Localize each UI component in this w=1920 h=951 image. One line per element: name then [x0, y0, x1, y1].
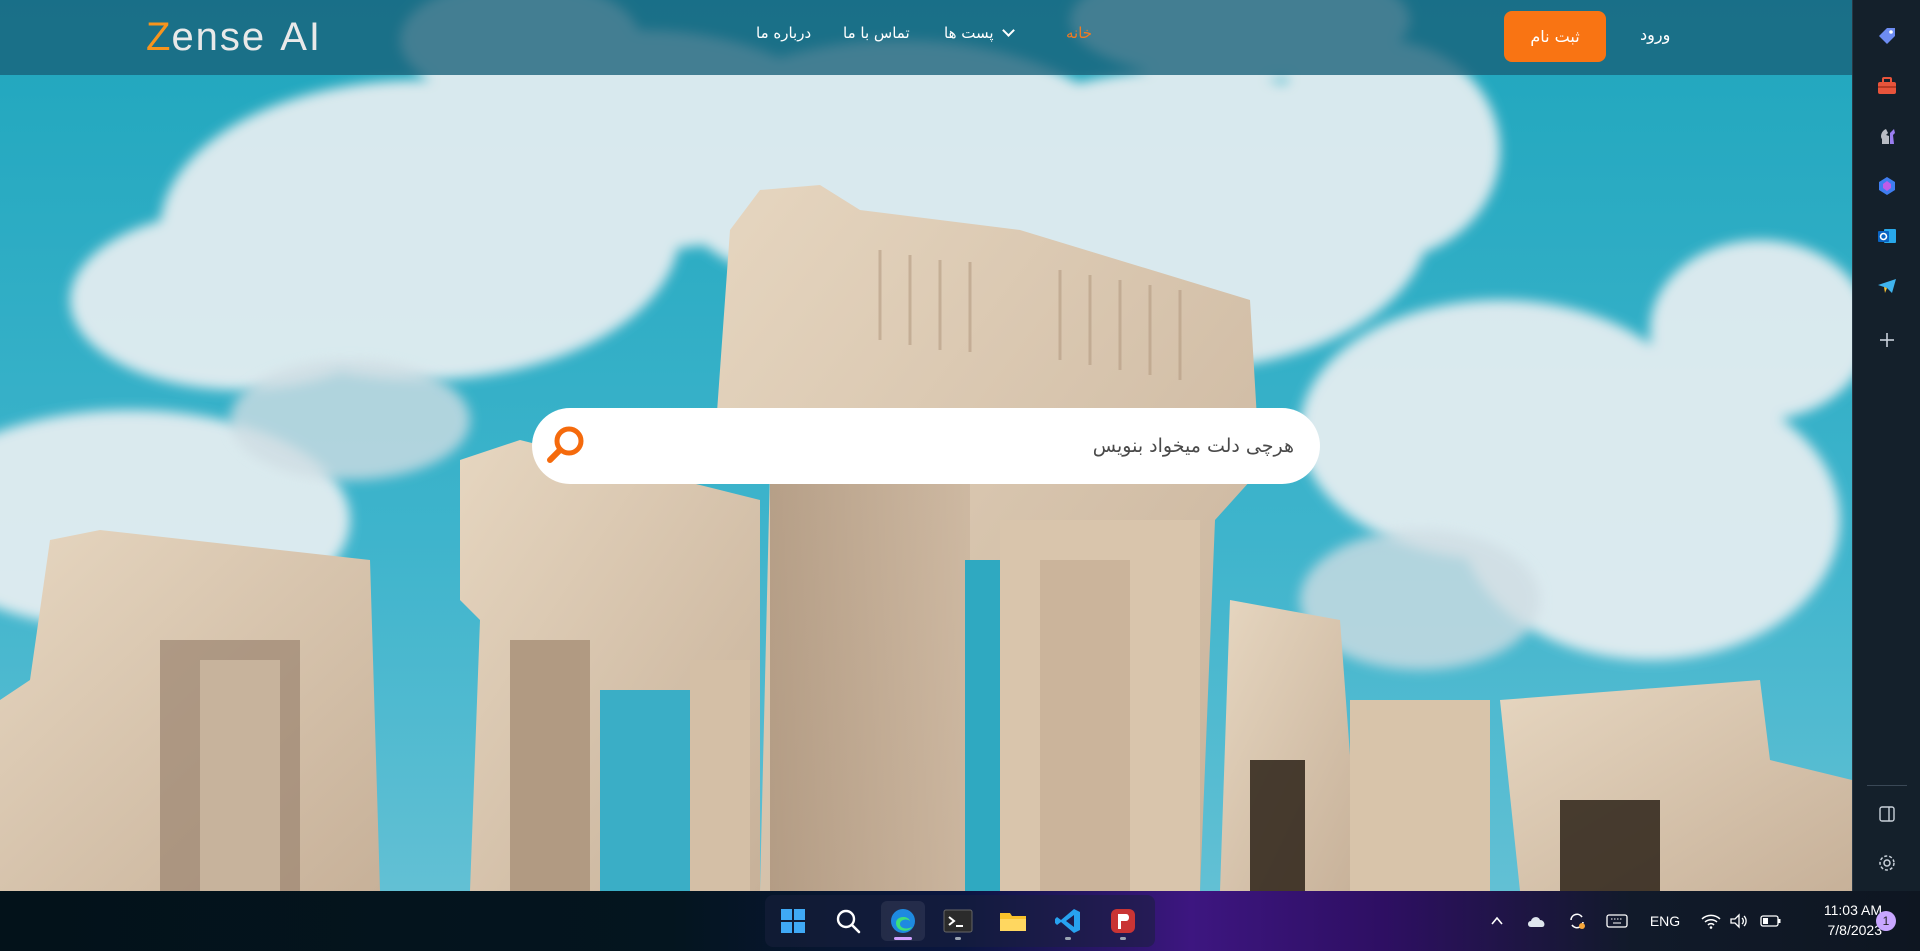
add-icon[interactable]	[1871, 324, 1903, 356]
nav-home[interactable]: خانه	[1066, 24, 1092, 42]
onedrive-icon[interactable]	[1524, 908, 1550, 934]
login-link[interactable]: ورود	[1640, 25, 1670, 44]
running-indicator	[1065, 937, 1071, 940]
search-icon[interactable]	[542, 422, 590, 470]
tag-icon[interactable]	[1871, 20, 1903, 52]
windows-start-icon[interactable]	[771, 901, 815, 941]
sync-icon[interactable]	[1564, 908, 1590, 934]
chess-icon[interactable]	[1871, 120, 1903, 152]
signup-button[interactable]: ثبت نام	[1504, 11, 1606, 62]
edge-icon[interactable]	[881, 901, 925, 941]
zense-ai-logo[interactable]: Z ense AI	[146, 14, 322, 60]
windows-taskbar	[0, 891, 1920, 951]
running-indicator	[1120, 937, 1126, 940]
sidebar-divider	[1867, 785, 1907, 786]
nav-contact-label[interactable]: تماس با ما	[843, 24, 910, 42]
language-label: ENG	[1649, 913, 1681, 929]
running-indicator	[955, 937, 961, 940]
briefcase-icon[interactable]	[1871, 70, 1903, 102]
chevron-down-icon	[1001, 24, 1015, 37]
nav-about-label[interactable]: درباره ما	[756, 24, 811, 42]
psiphon-icon[interactable]	[1101, 901, 1145, 941]
keyboard-icon[interactable]	[1604, 908, 1630, 934]
site-header: Z ense AI درباره ما تماس با ما پست ها خا…	[0, 0, 1852, 75]
logo-text: ense	[171, 14, 267, 59]
wifi-icon[interactable]	[1698, 908, 1724, 934]
search-bar	[532, 408, 1320, 484]
clock-time: 11:03 AM	[1823, 902, 1882, 918]
language-indicator[interactable]: ENG	[1648, 908, 1682, 934]
notification-badge[interactable]: 1	[1876, 911, 1896, 931]
active-app-indicator	[894, 937, 912, 940]
outlook-icon[interactable]	[1871, 220, 1903, 252]
telegram-icon[interactable]	[1871, 270, 1903, 302]
nav-about[interactable]: درباره ما	[756, 24, 811, 42]
chevron-up-icon[interactable]	[1484, 908, 1510, 934]
copilot-icon[interactable]	[1871, 170, 1903, 202]
volume-icon[interactable]	[1726, 908, 1752, 934]
nav-home-label[interactable]: خانه	[1066, 24, 1092, 42]
browser-sidebar	[1852, 0, 1920, 891]
settings-icon[interactable]	[1871, 847, 1903, 879]
file-explorer-icon[interactable]	[991, 901, 1035, 941]
logo-ai: AI	[280, 14, 322, 59]
terminal-icon[interactable]	[936, 901, 980, 941]
nav-posts-label[interactable]: پست ها	[944, 24, 994, 42]
nav-contact[interactable]: تماس با ما	[843, 24, 910, 42]
split-screen-icon[interactable]	[1871, 798, 1903, 830]
clock-date: 7/8/2023	[1827, 922, 1883, 938]
search-input[interactable]	[634, 426, 1294, 466]
taskbar-apps	[765, 895, 1155, 947]
search-icon[interactable]	[826, 901, 870, 941]
system-clock[interactable]: 11:03 AM 7/8/2023	[1790, 900, 1882, 940]
nav-posts-dropdown[interactable]: پست ها	[944, 24, 1015, 42]
battery-icon[interactable]	[1758, 908, 1784, 934]
logo-z: Z	[146, 14, 172, 59]
vscode-icon[interactable]	[1046, 901, 1090, 941]
